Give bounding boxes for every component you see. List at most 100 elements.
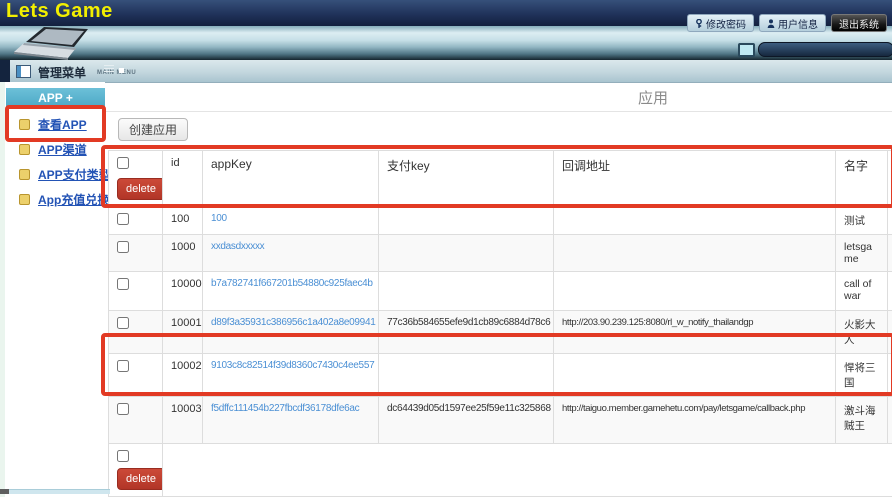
name-cell: 激斗海贼王 [836, 397, 888, 444]
id-cell: 10003 [163, 397, 203, 444]
laptop-image [14, 27, 118, 60]
callback-cell [554, 235, 836, 272]
appkey-cell: 100 [203, 207, 379, 235]
fragment-cell: a [888, 311, 892, 354]
window-icon [16, 65, 31, 78]
row-select-cell [109, 311, 163, 354]
content-area: APP + 查看APP APP渠道 APP支付类型 App充值兑换 应用 创建应… [0, 82, 892, 497]
row-select-cell [109, 235, 163, 272]
sidebar-item-app-pay-type[interactable]: APP支付类型 [0, 162, 105, 187]
select-all-checkbox-bottom[interactable] [117, 450, 129, 462]
sidebar-item-label: APP渠道 [38, 141, 87, 158]
name-cell: 测试 [836, 207, 888, 235]
scrollbar-track[interactable] [9, 489, 110, 494]
create-app-button[interactable]: 创建应用 [118, 118, 188, 141]
apps-table: delete id appKey 支付key 回调地址 名字 f 100 100 [108, 150, 892, 497]
paykey-cell [379, 235, 554, 272]
key-icon [695, 19, 703, 28]
select-all-cell: delete [109, 151, 163, 207]
appkey-cell: xxdasdxxxxx [203, 235, 379, 272]
col-id-header: id [163, 151, 203, 207]
callback-cell [554, 272, 836, 311]
change-password-button[interactable]: 修改密码 [687, 14, 754, 32]
fragment-cell: 0 [888, 354, 892, 397]
paykey-cell [379, 207, 554, 235]
select-all-checkbox[interactable] [117, 157, 129, 169]
app-logo: Lets Game [6, 0, 113, 23]
id-cell: 100 [163, 207, 203, 235]
row-checkbox[interactable] [117, 360, 129, 372]
fragment-cell: e [888, 397, 892, 444]
row-checkbox[interactable] [117, 278, 129, 290]
divider [105, 111, 892, 112]
sidebar-item-app-channel[interactable]: APP渠道 [0, 137, 105, 162]
change-password-label: 修改密码 [706, 16, 746, 31]
table-row: 1000 xxdasdxxxxx letsgame [109, 235, 892, 272]
row-checkbox[interactable] [117, 403, 129, 415]
sidebar-item-label: App充值兑换 [38, 191, 109, 208]
user-info-button[interactable]: 用户信息 [759, 14, 826, 32]
row-select-cell [109, 207, 163, 235]
delete-button-bottom[interactable]: delete [117, 468, 163, 490]
monitor-icon [738, 43, 755, 57]
col-name-header: 名字 [836, 151, 888, 207]
horizontal-scrollbar[interactable] [0, 489, 110, 494]
delete-button-top[interactable]: delete [117, 178, 163, 200]
paykey-cell [379, 354, 554, 397]
col-paykey-header: 支付key [379, 151, 554, 207]
logout-button[interactable]: 退出系统 [831, 14, 887, 32]
fragment-cell [888, 235, 892, 272]
collapsed-panel [758, 42, 892, 57]
table-row: 10002 9103c8c82514f39d8360c7430c4ee557 悍… [109, 354, 892, 397]
appkey-link[interactable]: 100 [211, 213, 227, 224]
row-checkbox[interactable] [117, 213, 129, 225]
sidebar-item-app-recharge[interactable]: App充值兑换 [0, 187, 105, 212]
table-header-row: delete id appKey 支付key 回调地址 名字 f [109, 151, 892, 207]
footer-empty-cell [163, 444, 892, 497]
appkey-link[interactable]: 9103c8c82514f39d8360c7430c4ee557 [211, 360, 374, 371]
row-checkbox[interactable] [117, 241, 129, 253]
menu-dot [119, 68, 124, 73]
appkey-cell: 9103c8c82514f39d8360c7430c4ee557 [203, 354, 379, 397]
menu-bar: 管理菜单 MAIN MENU [0, 60, 892, 83]
col-truncated-header: f [888, 151, 892, 207]
table-row: 100 100 测试 0 [109, 207, 892, 235]
bullet-icon [19, 144, 30, 155]
callback-cell: http://taiguo.member.gamehetu.com/pay/le… [554, 397, 836, 444]
callback-cell: http://203.90.239.125:8080/rl_w_notify_t… [554, 311, 836, 354]
table-row: 10000 b7a782741f667201b54880c925faec4b c… [109, 272, 892, 311]
top-right-toolbar: 修改密码 用户信息 退出系统 [687, 14, 887, 32]
appkey-cell: f5dffc111454b227fbcdf36178dfe6ac [203, 397, 379, 444]
name-cell: 悍将三国 [836, 354, 888, 397]
col-appkey-header: appKey [203, 151, 379, 207]
fragment-cell: 0 [888, 207, 892, 235]
user-icon [767, 19, 775, 28]
row-select-cell [109, 354, 163, 397]
sidebar-item-view-app[interactable]: 查看APP [0, 112, 105, 137]
bullet-icon [19, 169, 30, 180]
paykey-cell [379, 272, 554, 311]
appkey-link[interactable]: b7a782741f667201b54880c925faec4b [211, 278, 373, 289]
appkey-link[interactable]: d89f3a35931c386956c1a402a8e09941 [211, 317, 375, 328]
paykey-cell: 77c36b584655efe9d1cb89c6884d78c6 [379, 311, 554, 354]
menu-bar-subtitle: MAIN MENU [97, 70, 136, 76]
id-cell: 10001 [163, 311, 203, 354]
scrollbar-corner [0, 489, 9, 494]
sidebar: APP + 查看APP APP渠道 APP支付类型 App充值兑换 [0, 82, 105, 497]
sidebar-group-app[interactable]: APP + [6, 88, 105, 109]
paykey-cell: dc64439d05d1597ee25f59e11c325868 [379, 397, 554, 444]
callback-cell [554, 354, 836, 397]
name-cell: 火影大人 [836, 311, 888, 354]
col-callback-header: 回调地址 [554, 151, 836, 207]
appkey-link[interactable]: f5dffc111454b227fbcdf36178dfe6ac [211, 403, 359, 414]
appkey-cell: d89f3a35931c386956c1a402a8e09941 [203, 311, 379, 354]
row-select-cell [109, 397, 163, 444]
row-checkbox[interactable] [117, 317, 129, 329]
menu-bar-left-block [0, 60, 10, 82]
name-cell: letsgame [836, 235, 888, 272]
main-panel: 应用 创建应用 delete id appKey 支付key 回调地址 名字 [105, 82, 892, 497]
sidebar-item-label: 查看APP [38, 116, 87, 133]
row-select-cell [109, 272, 163, 311]
appkey-link[interactable]: xxdasdxxxxx [211, 241, 264, 252]
callback-cell [554, 207, 836, 235]
